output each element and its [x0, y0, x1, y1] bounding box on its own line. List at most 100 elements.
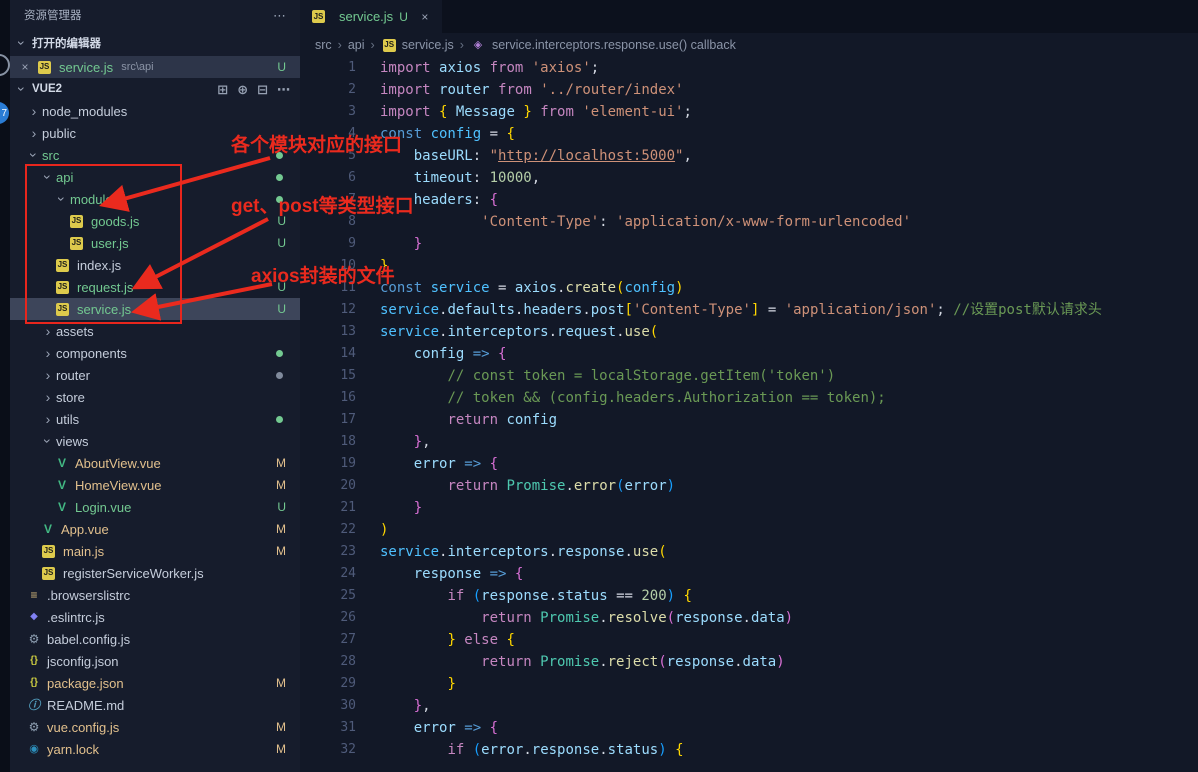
tree-item-label: HomeView.vue [75, 477, 162, 493]
code-line: 9 } [300, 233, 1198, 255]
code-line: 14 config => { [300, 343, 1198, 365]
tree-folder-src[interactable]: › src [10, 144, 300, 166]
breadcrumb-separator: › [337, 38, 342, 52]
code-text: if (error.response.status) { [447, 742, 684, 758]
code-line: 30 }, [300, 695, 1198, 717]
line-number: 26 [340, 610, 356, 625]
breadcrumb-item[interactable]: src [315, 38, 332, 52]
activity-icon-fragment[interactable] [0, 54, 10, 76]
code-line: 7 headers: { [300, 189, 1198, 211]
code-text: config => { [413, 346, 507, 362]
js-file-icon: JS [56, 302, 69, 316]
tree-folder-utils[interactable]: › utils [10, 408, 300, 430]
tree-file-request.js[interactable]: JS request.js U [10, 276, 300, 298]
tree-file-main.js[interactable]: JS main.js M [10, 540, 300, 562]
breadcrumb-item[interactable]: service.interceptors.response.use() call… [492, 38, 736, 52]
tree-folder-components[interactable]: › components [10, 342, 300, 364]
tree-file-.eslintrc.js[interactable]: ◆ .eslintrc.js [10, 606, 300, 628]
code-text: import { Message } from 'element-ui'; [380, 104, 692, 120]
tree-file-service.js[interactable]: JS service.js U [10, 298, 300, 320]
tree-file-goods.js[interactable]: JS goods.js U [10, 210, 300, 232]
tree-file-jsconfig.json[interactable]: {} jsconfig.json [10, 650, 300, 672]
tree-file-yarn.lock[interactable]: ◉ yarn.lock M [10, 738, 300, 760]
more-actions-icon[interactable]: ⋯ [273, 9, 286, 22]
code-text: const service = axios.create(config) [380, 280, 684, 296]
close-icon[interactable]: × [18, 60, 32, 74]
tab-servicejs[interactable]: JS service.js U × [300, 0, 442, 33]
code-text: } [447, 676, 456, 692]
eslint-file-icon: ◆ [30, 611, 38, 622]
tree-file-HomeView.vue[interactable]: V HomeView.vue M [10, 474, 300, 496]
line-number: 4 [348, 126, 356, 141]
chevron-right-icon: › [45, 345, 51, 361]
code-lines[interactable]: 1 import axios from 'axios'; 2 import route… [300, 57, 1198, 772]
new-file-icon[interactable]: ⊞ [217, 83, 228, 96]
more-actions-icon[interactable]: ⋯ [277, 83, 290, 96]
tree-folder-public[interactable]: › public [10, 122, 300, 144]
vue-file-icon: V [57, 478, 66, 492]
code-text: timeout: 10000, [413, 170, 541, 186]
code-line: 22) [300, 519, 1198, 541]
code-text: baseURL: "http://localhost:5000", [413, 148, 692, 164]
tree-item-label: components [56, 345, 127, 361]
tree-file-vue.config.js[interactable]: ⚙ vue.config.js M [10, 716, 300, 738]
js-file-icon: JS [382, 38, 396, 52]
line-number: 12 [340, 302, 356, 317]
close-icon[interactable]: × [418, 10, 432, 24]
git-status-badge: M [276, 544, 286, 558]
line-number: 29 [340, 676, 356, 691]
tree-file-user.js[interactable]: JS user.js U [10, 232, 300, 254]
tree-item-label: jsconfig.json [47, 653, 119, 669]
collapse-folders-icon[interactable]: ⊟ [257, 83, 268, 96]
new-folder-icon[interactable]: ⊕ [237, 83, 248, 96]
code-text: import axios from 'axios'; [380, 60, 600, 76]
tree-file-App.vue[interactable]: V App.vue M [10, 518, 300, 540]
tree-file-Login.vue[interactable]: V Login.vue U [10, 496, 300, 518]
project-header[interactable]: › VUE2 ⊞ ⊕ ⊟ ⋯ [10, 78, 300, 100]
tree-file-registerServiceWorker.js[interactable]: JS registerServiceWorker.js [10, 562, 300, 584]
tree-item-label: yarn.lock [47, 741, 100, 757]
breadcrumb-item[interactable]: service.js [402, 38, 454, 52]
tree-file-AboutView.vue[interactable]: V AboutView.vue M [10, 452, 300, 474]
tree-folder-store[interactable]: › store [10, 386, 300, 408]
git-status-badge: M [276, 456, 286, 470]
code-text: service.interceptors.response.use( [380, 544, 667, 560]
code-text: error => { [413, 456, 499, 472]
vue-file-icon: V [57, 456, 66, 470]
js-file-icon: JS [38, 60, 51, 74]
code-text: return Promise.reject(response.data) [481, 654, 785, 670]
tree-folder-api[interactable]: › api [10, 166, 300, 188]
tree-folder-node_modules[interactable]: › node_modules [10, 100, 300, 122]
line-number: 1 [348, 60, 356, 75]
code-line: 5 baseURL: "http://localhost:5000", [300, 145, 1198, 167]
tree-file-index.js[interactable]: JS index.js [10, 254, 300, 276]
breadcrumb-item[interactable]: api [348, 38, 365, 52]
tree-file-babel.config.js[interactable]: ⚙ babel.config.js [10, 628, 300, 650]
tree-file-package.json[interactable]: {} package.json M [10, 672, 300, 694]
line-number: 2 [348, 82, 356, 97]
tree-file-.browserslistrc[interactable]: ≡ .browserslistrc [10, 584, 300, 606]
tree-folder-modules[interactable]: › modules [10, 188, 300, 210]
tree-item-label: store [56, 389, 85, 405]
tree-item-label: src [42, 147, 60, 163]
tree-folder-views[interactable]: › views [10, 430, 300, 452]
symbol-icon: ◈ [473, 38, 483, 51]
git-status-badge: U [277, 302, 286, 316]
tree-file-README.md[interactable]: ⓘ README.md [10, 694, 300, 716]
git-change-dot [276, 173, 283, 181]
tree-folder-assets[interactable]: › assets [10, 320, 300, 342]
tree-folder-router[interactable]: › router [10, 364, 300, 386]
chevron-right-icon: › [45, 367, 51, 383]
editor-area: JS service.js U × src › api › JS service.js › ◈… [300, 0, 1198, 772]
tree-item-label: request.js [77, 279, 134, 295]
code-text: // token && (config.headers.Authorizatio… [447, 390, 886, 406]
line-number: 17 [340, 412, 356, 427]
open-editors-header[interactable]: › 打开的编辑器 [10, 30, 300, 56]
tree-item-label: registerServiceWorker.js [63, 565, 204, 581]
open-editor-item-servicejs[interactable]: × JS service.js src\api U [10, 56, 300, 78]
code-line: 1 import axios from 'axios'; [300, 57, 1198, 79]
git-status-badge: U [277, 214, 286, 228]
code-text: return config [447, 412, 558, 428]
tab-git-badge: U [399, 9, 408, 24]
line-number: 24 [340, 566, 356, 581]
